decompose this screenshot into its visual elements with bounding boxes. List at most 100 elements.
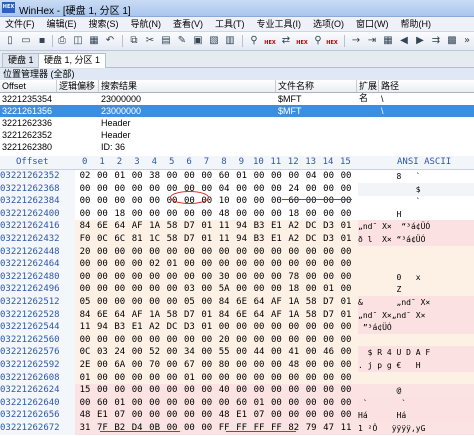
hex-byte[interactable]: 00 — [269, 359, 283, 372]
hex-row[interactable]: 03221262368 00 00 00 00 00 00 00 00 04 00 00 00 24 00 0… — [0, 182, 474, 196]
hex-row[interactable]: 03221262576 0C 03 24 00 52 00 34 00 55 00 44 00 41 00 4… — [0, 346, 474, 360]
hex-byte[interactable]: 00 — [322, 170, 336, 183]
hex-byte[interactable]: 05 — [78, 296, 92, 309]
hex-byte[interactable]: 00 — [322, 334, 336, 347]
hex-byte[interactable]: 00 — [269, 246, 283, 259]
hex-byte[interactable]: 00 — [95, 246, 109, 259]
table-row[interactable]: 3221262380 ID: 36 — [0, 141, 474, 153]
hex-byte[interactable]: 00 — [269, 283, 283, 296]
hex-byte[interactable]: 00 — [130, 271, 144, 284]
hex-byte[interactable]: 00 — [269, 384, 283, 397]
hex-byte[interactable]: 00 — [322, 359, 336, 372]
hex-byte[interactable]: 00 — [322, 409, 336, 422]
hex-byte[interactable]: 2E — [78, 359, 92, 372]
hex-byte[interactable]: 00 — [269, 334, 283, 347]
hex-byte[interactable]: 00 — [200, 246, 214, 259]
hex-byte[interactable]: 1C — [148, 233, 162, 246]
hex-byte[interactable]: 00 — [95, 296, 109, 309]
hex-byte[interactable]: 00 — [165, 384, 179, 397]
hex-byte[interactable]: 03 — [182, 283, 196, 296]
hex-byte[interactable]: 78 — [287, 271, 301, 284]
hex-byte[interactable]: 00 — [165, 359, 179, 372]
hex-byte[interactable]: 00 — [339, 170, 353, 183]
hex-byte[interactable]: 55 — [217, 346, 231, 359]
hex-byte[interactable]: 00 — [148, 195, 162, 208]
hex-byte[interactable]: D3 — [322, 233, 336, 246]
hex-byte[interactable]: 00 — [182, 334, 196, 347]
hex-byte[interactable]: 1A — [287, 309, 301, 322]
hex-byte[interactable]: 00 — [287, 258, 301, 271]
hex-byte[interactable]: 01 — [200, 220, 214, 233]
hex-byte[interactable]: 1A — [148, 309, 162, 322]
hex-byte[interactable]: 00 — [148, 246, 162, 259]
replace-hex-icon[interactable]: HEX — [296, 35, 308, 47]
hex-byte[interactable]: 00 — [339, 271, 353, 284]
hex-byte[interactable]: 00 — [252, 372, 266, 385]
paste-icon[interactable]: ▤ — [160, 35, 172, 47]
hex-row[interactable]: 03221262560 00 00 00 00 00 00 00 00 20 00 00 00 00 00 0… — [0, 333, 474, 347]
hex-byte[interactable]: 00 — [217, 397, 231, 410]
hex-byte[interactable]: 00 — [252, 258, 266, 271]
hex-byte[interactable]: DC — [304, 220, 318, 233]
hex-byte[interactable]: AF — [269, 309, 283, 322]
hex-byte[interactable]: 00 — [304, 359, 318, 372]
hex-byte[interactable]: 00 — [148, 296, 162, 309]
hex-byte[interactable]: 00 — [252, 195, 266, 208]
hex-byte[interactable]: 00 — [322, 397, 336, 410]
hex-byte[interactable]: 00 — [269, 321, 283, 334]
hex-byte[interactable]: 00 — [165, 409, 179, 422]
hex-byte[interactable]: 94 — [235, 220, 249, 233]
hex-byte[interactable]: E1 — [235, 409, 249, 422]
hex-byte[interactable]: 00 — [339, 321, 353, 334]
hex-byte[interactable]: 00 — [78, 183, 92, 196]
hex-byte[interactable]: 11 — [217, 220, 231, 233]
hex-byte[interactable]: 00 — [339, 283, 353, 296]
find-hex-again-icon[interactable]: HEX — [326, 35, 338, 47]
hex-byte[interactable]: 00 — [269, 195, 283, 208]
hex-byte[interactable]: 00 — [95, 195, 109, 208]
cut-icon[interactable]: ✂ — [144, 35, 156, 47]
hex-row[interactable]: 03221262432 F0 0C 6C 81 1C 58 D7 01 11 94 B3 E1 A2 DC D… — [0, 233, 474, 246]
tab-disk-1-partition-1[interactable]: 硬盘 1, 分区 1 — [38, 53, 107, 68]
back-icon[interactable]: ◀ — [398, 35, 410, 47]
hex-row[interactable]: 03221262384 00 00 00 00 00 00 00 00 10 00 00 00 60 00 0… — [0, 195, 474, 209]
hex-byte[interactable]: 00 — [165, 296, 179, 309]
hex-row[interactable]: 03221262464 00 00 00 00 02 01 00 00 00 00 00 00 00 00 0… — [0, 258, 474, 272]
table-row[interactable]: 3221261356 23000000 $MFT \ — [0, 105, 474, 117]
hex-byte[interactable]: 00 — [200, 258, 214, 271]
hex-row[interactable]: 03221262496 00 00 00 00 00 00 03 00 5A 00 00 00 18 00 0… — [0, 283, 474, 297]
hex-byte[interactable]: 80 — [217, 359, 231, 372]
hex-byte[interactable]: 00 — [148, 334, 162, 347]
print-icon[interactable]: ⎙ — [56, 35, 68, 47]
hex-byte[interactable]: 00 — [235, 183, 249, 196]
hex-byte[interactable]: 00 — [200, 271, 214, 284]
hex-row[interactable]: 03221262400 00 00 18 00 00 00 00 00 48 00 00 00 18 00 0… — [0, 207, 474, 221]
hex-byte[interactable]: E1 — [269, 220, 283, 233]
hex-byte[interactable]: 58 — [304, 296, 318, 309]
hex-byte[interactable]: 00 — [165, 334, 179, 347]
hex-byte[interactable]: 00 — [235, 258, 249, 271]
hex-byte[interactable]: 00 — [252, 359, 266, 372]
hex-byte[interactable]: 24 — [113, 346, 127, 359]
hex-byte[interactable]: 00 — [165, 397, 179, 410]
hex-byte[interactable]: 00 — [339, 409, 353, 422]
hex-byte[interactable]: 00 — [217, 258, 231, 271]
hex-byte[interactable]: 00 — [165, 422, 179, 435]
hex-row[interactable]: 03221262656 48 E1 07 00 00 00 00 00 48 E1 07 00 00 00 0… — [0, 409, 474, 423]
hex-byte[interactable]: 10 — [217, 195, 231, 208]
hex-byte[interactable]: 00 — [148, 384, 162, 397]
hex-byte[interactable]: 01 — [252, 397, 266, 410]
hex-byte[interactable]: 84 — [217, 309, 231, 322]
hex-byte[interactable]: AF — [130, 220, 144, 233]
hex-byte[interactable]: 60 — [217, 170, 231, 183]
hex-byte[interactable]: 03 — [95, 346, 109, 359]
hex-byte[interactable]: D3 — [322, 220, 336, 233]
hex-byte[interactable]: 46 — [322, 346, 336, 359]
menu-tools[interactable]: 工具(T) — [210, 17, 252, 31]
hex-row[interactable]: 03221262512 05 00 00 00 00 00 05 00 84 6E 64 AF 1A 58 D… — [0, 296, 474, 309]
hex-byte[interactable]: 00 — [130, 195, 144, 208]
hex-byte[interactable]: 00 — [287, 397, 301, 410]
hex-byte[interactable]: FF — [217, 422, 231, 435]
hex-byte[interactable]: 01 — [200, 321, 214, 334]
hex-byte[interactable]: 00 — [304, 283, 318, 296]
